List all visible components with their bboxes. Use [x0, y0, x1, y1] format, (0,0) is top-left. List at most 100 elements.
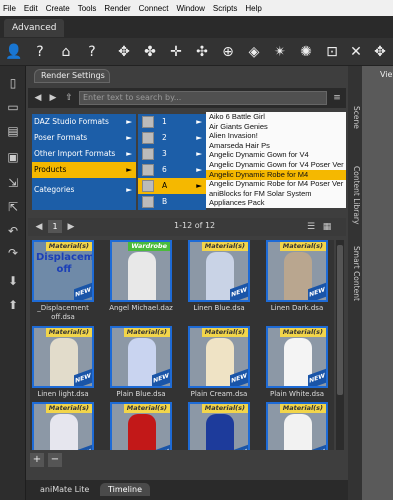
category-item[interactable]: Other Import Formats ►	[32, 146, 136, 162]
add-button[interactable]: +	[30, 453, 44, 467]
import-icon[interactable]: ⇲	[4, 174, 22, 192]
help-icon[interactable]: ?	[30, 42, 50, 62]
remove-button[interactable]: −	[48, 453, 62, 467]
asset-thumbnail[interactable]: Material(s)NEW	[110, 326, 172, 388]
asset-thumbnail[interactable]: Material(s)NEW	[188, 326, 250, 388]
product-item[interactable]: Angelic Dynamic Gown for V4	[206, 150, 346, 160]
next-page-icon[interactable]: ▶	[64, 220, 78, 234]
menu-tools[interactable]: Tools	[78, 4, 97, 13]
node-select-icon[interactable]: ✥	[114, 42, 134, 62]
asset-thumbnail[interactable]: Displacement offMaterial(s) NEW	[32, 240, 94, 302]
viewport[interactable]: View	[362, 66, 393, 500]
menu-help[interactable]: Help	[245, 4, 261, 13]
tab-content-library[interactable]: Content Library	[349, 166, 361, 224]
subfolder-item-a[interactable]: A ►	[138, 178, 206, 194]
product-item[interactable]: Angelic Dynamic Robe for M4	[206, 169, 346, 180]
asset-thumbnail[interactable]: Material(s)NEW	[188, 240, 250, 302]
menu-render[interactable]: Render	[104, 4, 130, 13]
category-item-products[interactable]: Products ►	[32, 162, 136, 178]
panel-bottom-controls: + −	[28, 452, 346, 468]
menu-connect[interactable]: Connect	[139, 4, 169, 13]
product-item[interactable]: Amarseda Hair Ps	[206, 141, 346, 151]
category-item[interactable]: Poser Formats ►	[32, 130, 136, 146]
asset-thumbnail[interactable]: Material(s)NEW	[110, 402, 172, 450]
asset-thumbnail[interactable]: Material(s)NEW	[266, 326, 328, 388]
subfolder-item[interactable]: 1 ►	[138, 114, 206, 130]
product-item[interactable]: Angelic Dynamic Robe for M4 Poser Ver	[206, 179, 346, 189]
product-item[interactable]: Appliances Pack	[206, 198, 346, 208]
type-badge: Material(s)	[45, 242, 92, 251]
back-icon[interactable]: ◀	[31, 91, 45, 105]
asset-label: Plain Cream.dsa	[190, 390, 248, 398]
category-item[interactable]: Categories ►	[32, 182, 136, 198]
type-badge: Material(s)	[279, 404, 326, 413]
render-icon[interactable]: ✕	[346, 42, 366, 62]
product-item[interactable]: Air Giants Genies	[206, 122, 346, 132]
save-icon[interactable]: ▣	[4, 148, 22, 166]
tab-timeline[interactable]: Timeline	[100, 483, 151, 496]
surface-selection-icon[interactable]: ✺	[296, 42, 316, 62]
asset-thumbnail[interactable]: Material(s)NEW	[32, 402, 94, 450]
page-number[interactable]: 1	[48, 220, 62, 233]
product-item[interactable]: Angelic Dynamic Gown for V4 Poser Ver	[206, 160, 346, 170]
side-tab-strip: Scene Content Library Smart Content	[348, 66, 362, 500]
menu-scripts[interactable]: Scripts	[213, 4, 237, 13]
tab-render-settings[interactable]: Render Settings	[34, 69, 110, 83]
menu-window[interactable]: Window	[176, 4, 204, 13]
product-item[interactable]: Aiko 6 Battle Girl	[206, 112, 346, 122]
rotate-tool-icon[interactable]: ✛	[166, 42, 186, 62]
tab-smart-content[interactable]: Smart Content	[349, 246, 361, 301]
list-view-icon[interactable]: ☰	[304, 220, 318, 234]
type-badge: Wardrobe	[128, 242, 170, 251]
scale-tool-icon[interactable]: ⊕	[218, 42, 238, 62]
download-icon[interactable]: ⬇	[4, 272, 22, 290]
user-icon[interactable]: 👤	[4, 42, 24, 62]
viewport-label: View	[380, 70, 393, 79]
export-icon[interactable]: ⇱	[4, 198, 22, 216]
product-item[interactable]: aniBlocks for FM Solar System	[206, 189, 346, 199]
tab-animate-lite[interactable]: aniMate Lite	[32, 483, 97, 496]
asset-thumbnail[interactable]: Material(s)NEW	[266, 402, 328, 450]
redo-icon[interactable]: ↷	[4, 244, 22, 262]
grid-view-icon[interactable]: ▦	[320, 220, 334, 234]
asset-thumbnail[interactable]: Material(s)NEW	[266, 240, 328, 302]
geometry-editor-icon[interactable]: ◈	[244, 42, 264, 62]
category-item[interactable]: DAZ Studio Formats ►	[32, 114, 136, 130]
asset-thumbnail[interactable]: Material(s)NEW	[188, 402, 250, 450]
merge-icon[interactable]: ▤	[4, 122, 22, 140]
tab-scene[interactable]: Scene	[349, 106, 361, 129]
translate-tool-icon[interactable]: ✣	[192, 42, 212, 62]
universal-tool-icon[interactable]: ✤	[140, 42, 160, 62]
subfolder-item[interactable]: B	[138, 194, 206, 210]
undo-icon[interactable]: ↶	[4, 222, 22, 240]
question-icon[interactable]: ?	[82, 42, 102, 62]
subfolder-item[interactable]: 2 ►	[138, 130, 206, 146]
menu-icon[interactable]: ≡	[330, 91, 344, 105]
joint-editor-icon[interactable]: ✴	[270, 42, 290, 62]
product-dropdown-list: Aiko 6 Battle Girl Air Giants Genies Alien…	[206, 112, 346, 208]
asset-thumbnail[interactable]: Material(s)NEW	[32, 326, 94, 388]
prev-page-icon[interactable]: ◀	[32, 220, 46, 234]
new-file-icon[interactable]: ▯	[4, 74, 22, 92]
bottom-tab-bar: aniMate Lite Timeline	[26, 480, 348, 500]
menu-create[interactable]: Create	[46, 4, 70, 13]
open-folder-icon[interactable]: ▭	[4, 98, 22, 116]
menu-edit[interactable]: Edit	[24, 4, 38, 13]
product-item[interactable]: Alien Invasion!	[206, 131, 346, 141]
search-input[interactable]: Enter text to search by...	[79, 91, 327, 105]
subfolder-item[interactable]: 6 ►	[138, 162, 206, 178]
thumbnail-text: Displacement off	[36, 252, 94, 275]
menu-file[interactable]: File	[3, 4, 16, 13]
spot-render-icon[interactable]: ⊡	[322, 42, 342, 62]
transform-icon[interactable]: ✥	[370, 42, 390, 62]
tab-advanced[interactable]: Advanced	[4, 19, 65, 37]
figure-icon[interactable]: ⬆	[4, 296, 22, 314]
scrollbar-thumb[interactable]	[337, 245, 343, 395]
subfolder-item[interactable]: 3 ►	[138, 146, 206, 162]
grid-scrollbar[interactable]	[336, 240, 344, 450]
asset-thumbnail[interactable]: Wardrobe	[110, 240, 172, 302]
forward-icon[interactable]: ▶	[46, 91, 60, 105]
content-nav-row: ◀ ▶ ⇧ Enter text to search by... ≡	[28, 88, 346, 108]
home-icon[interactable]: ⌂	[56, 42, 76, 62]
up-icon[interactable]: ⇧	[62, 91, 76, 105]
